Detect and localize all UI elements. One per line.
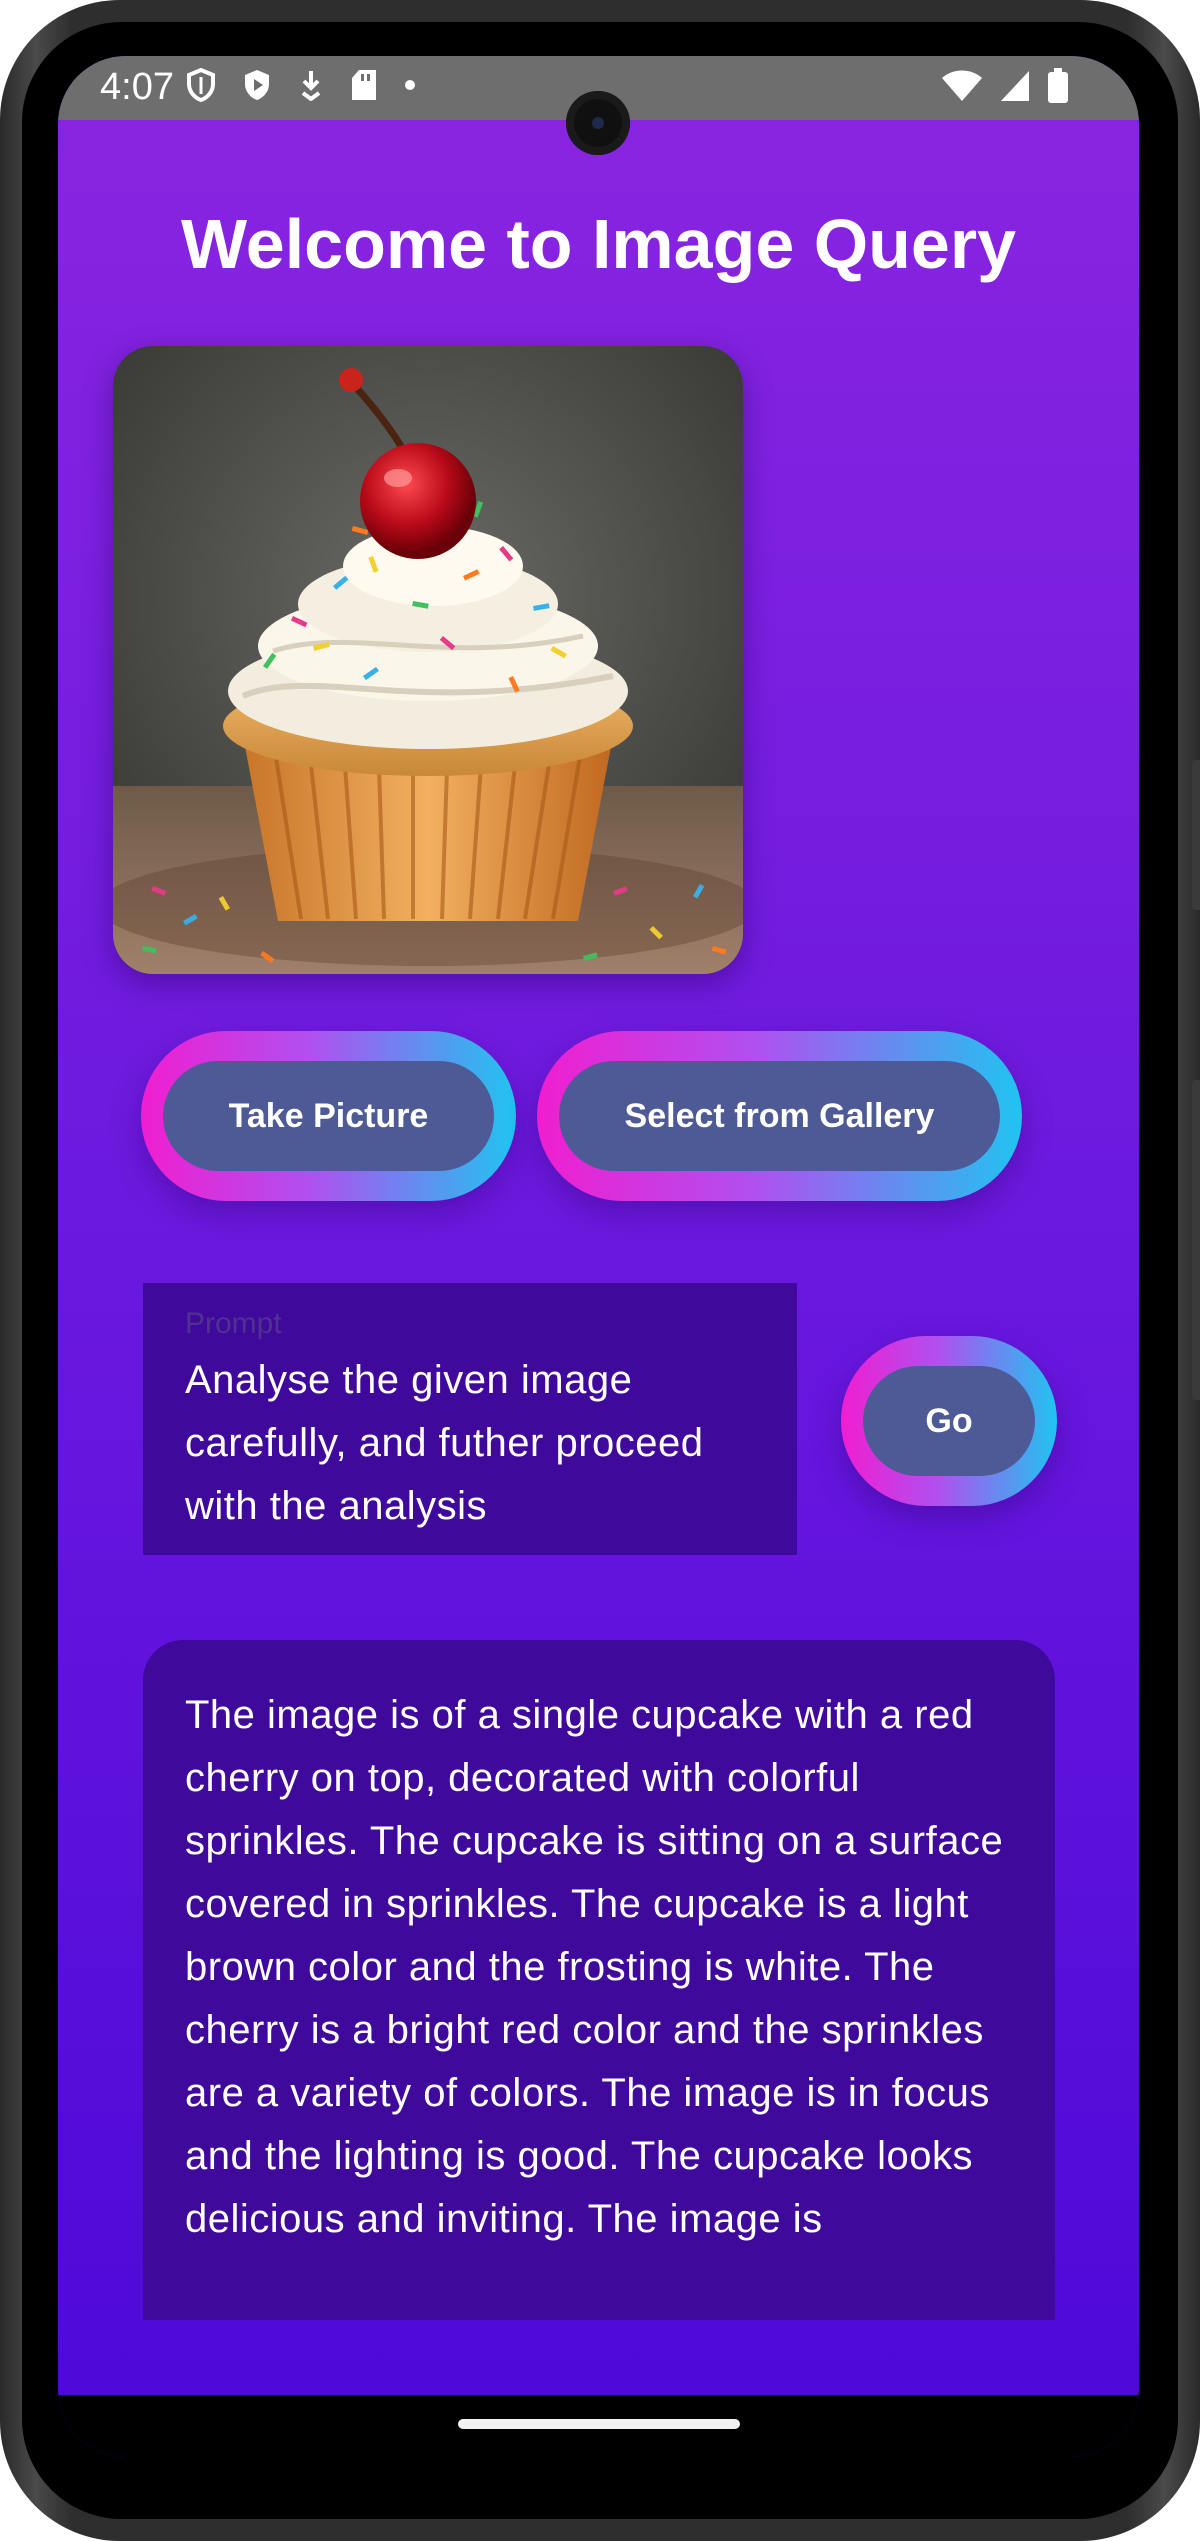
selected-image xyxy=(113,346,743,974)
prompt-field[interactable]: Prompt Analyse the given image carefully… xyxy=(143,1283,797,1555)
wifi-icon xyxy=(942,70,982,101)
take-picture-button[interactable]: Take Picture xyxy=(141,1031,516,1201)
power-button xyxy=(1192,760,1200,910)
signal-icon xyxy=(1001,71,1029,101)
page-title: Welcome to Image Query xyxy=(180,205,1017,283)
phone-frame: 4:07 Welcome to Image Query Take Picture… xyxy=(0,0,1200,2541)
navigation-bar xyxy=(58,2395,1139,2457)
dot-icon xyxy=(405,80,415,90)
front-camera xyxy=(566,91,630,155)
prompt-label: Prompt xyxy=(185,1307,282,1340)
cupcake-image xyxy=(113,346,743,974)
volume-buttons xyxy=(1192,1080,1200,1400)
prompt-input-text[interactable]: Analyse the given image carefully, and f… xyxy=(185,1349,785,1538)
shield-outline-icon xyxy=(187,68,215,102)
go-label: Go xyxy=(863,1366,1035,1476)
download-icon xyxy=(301,71,321,101)
take-picture-label: Take Picture xyxy=(163,1061,494,1171)
battery-icon xyxy=(1048,68,1068,103)
app-screen: 4:07 Welcome to Image Query Take Picture… xyxy=(58,56,1139,2457)
sd-card-icon xyxy=(352,70,376,100)
select-from-gallery-button[interactable]: Select from Gallery xyxy=(537,1031,1022,1201)
status-time: 4:07 xyxy=(100,66,174,108)
status-notification-icons xyxy=(186,68,416,102)
home-gesture-handle[interactable] xyxy=(458,2419,740,2429)
result-panel[interactable]: The image is of a single cupcake with a … xyxy=(143,1640,1055,2320)
status-system-icons xyxy=(941,68,1069,104)
shield-play-icon xyxy=(245,70,269,100)
select-from-gallery-label: Select from Gallery xyxy=(559,1061,1000,1171)
go-button[interactable]: Go xyxy=(841,1336,1057,1506)
result-text: The image is of a single cupcake with a … xyxy=(185,1693,1004,2241)
